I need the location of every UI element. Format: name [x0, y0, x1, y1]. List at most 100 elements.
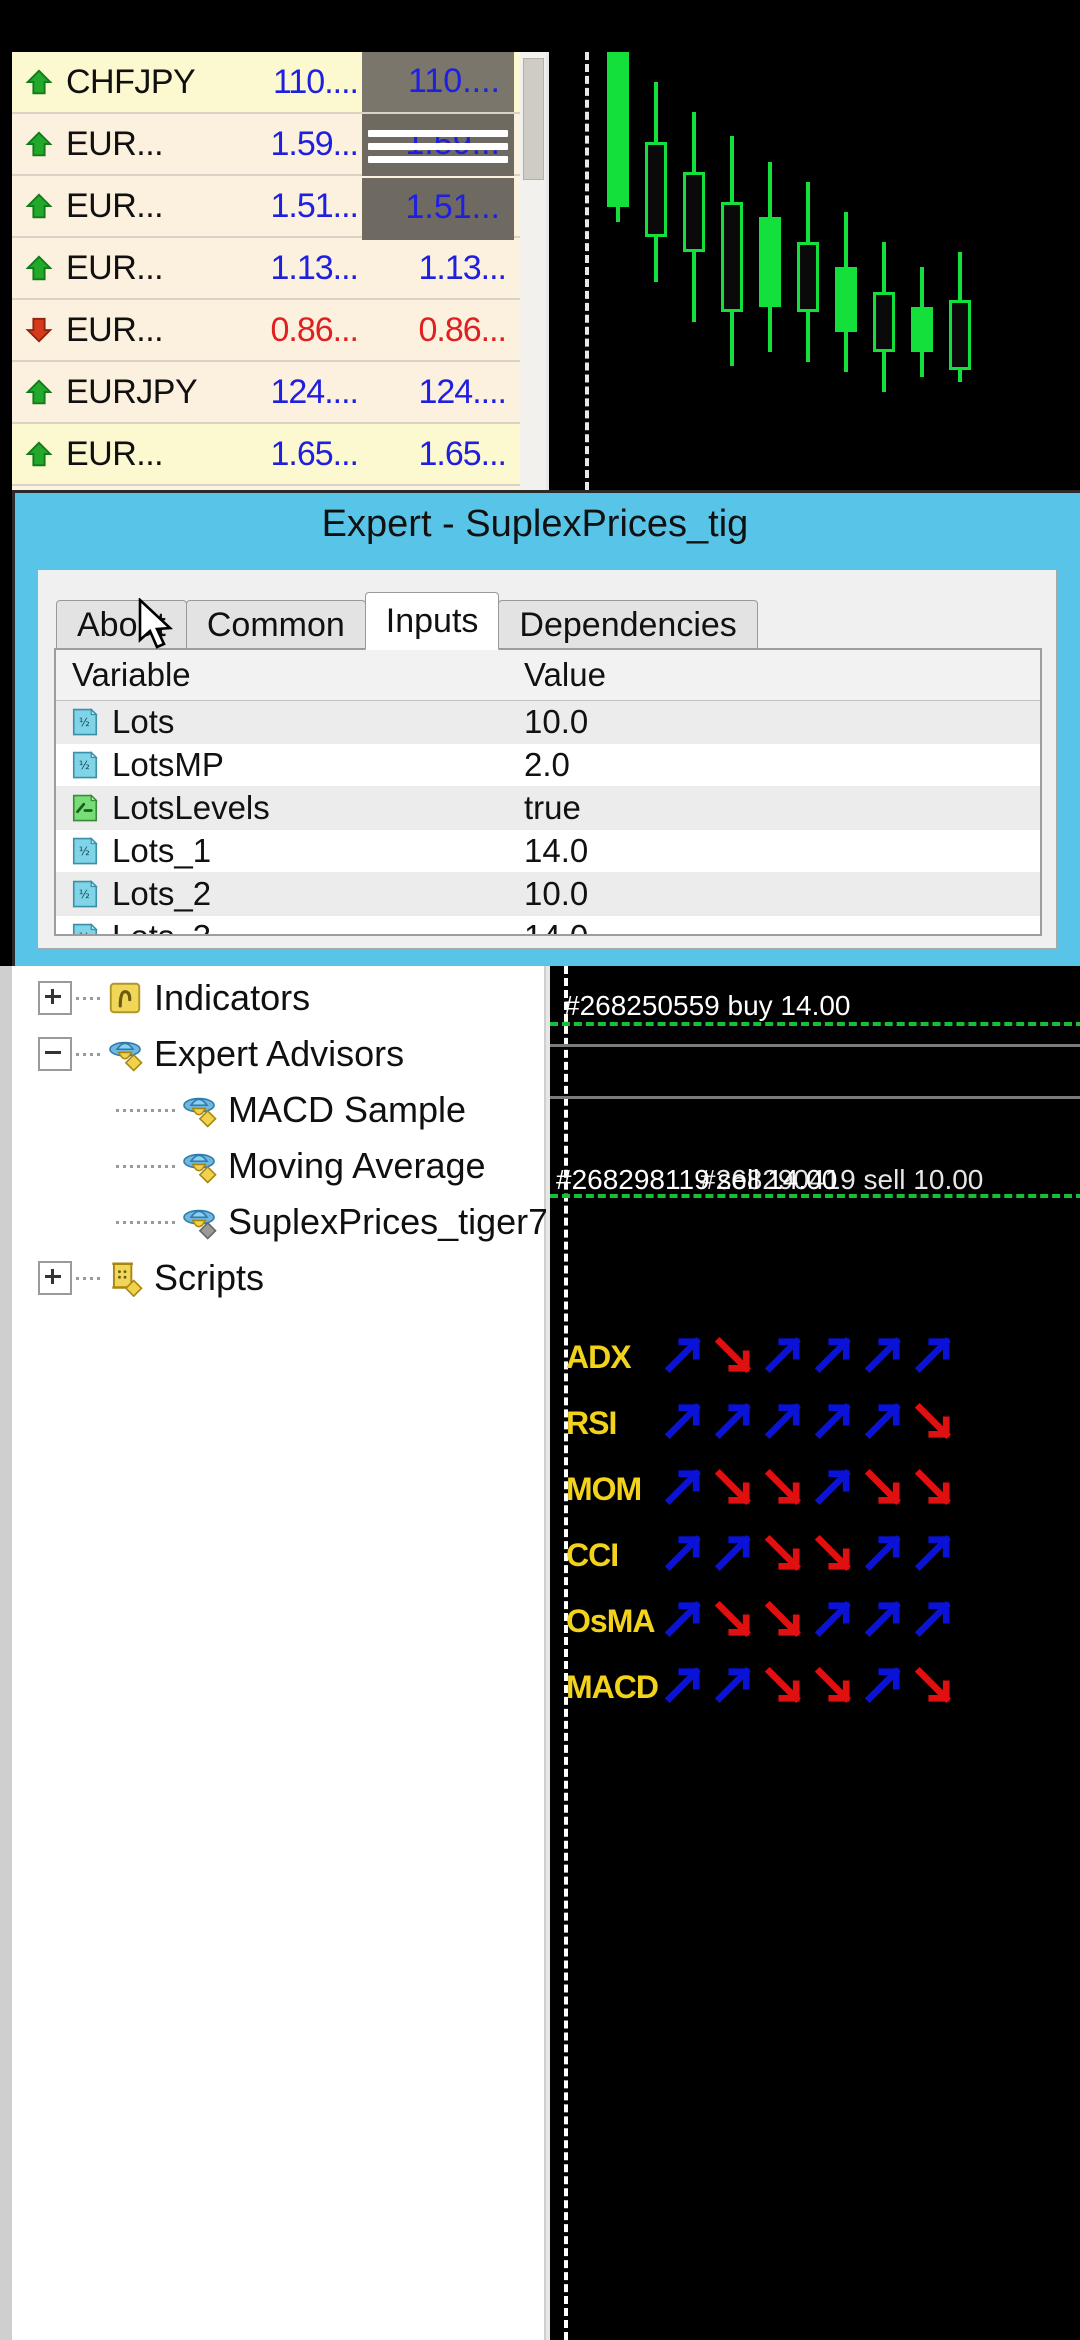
inputs-grid-row[interactable]: ½ Lots 10.0 [56, 701, 1040, 744]
tree-connector [116, 1221, 176, 1224]
blue-up-arrow-icon [912, 1533, 962, 1578]
indicator-row-macd: MACD [566, 1664, 962, 1710]
ask-cell: 1.65... [372, 435, 520, 474]
fraction-variable-icon: ½ [70, 707, 100, 737]
blue-up-arrow-icon [862, 1665, 912, 1710]
navigator-left-edge [0, 966, 12, 2340]
market-watch-row[interactable]: EURJPY124....124.... [12, 362, 520, 424]
bid-cell: 1.59... [224, 125, 372, 164]
svg-text:½: ½ [79, 716, 90, 729]
navigator-item-scripts[interactable]: Scripts [12, 1250, 544, 1306]
mouse-pointer-icon [138, 598, 178, 654]
green-up-arrow-icon [24, 439, 54, 469]
variable-name: Lots_2 [112, 875, 211, 913]
indicator-row-osma: OsMA [566, 1598, 962, 1644]
tab-inputs[interactable]: Inputs [365, 592, 500, 650]
blue-up-arrow-icon [862, 1401, 912, 1446]
red-down-arrow-icon [862, 1467, 912, 1512]
symbol-label: EUR... [66, 311, 163, 350]
inputs-grid-row[interactable]: ½Lots_314.0 [56, 916, 1040, 936]
inputs-grid-header: Variable Value [56, 650, 1040, 701]
navigator-item-expert-advisors[interactable]: Expert Advisors [12, 1026, 544, 1082]
candlestick [721, 52, 743, 490]
green-up-arrow-icon [24, 377, 54, 407]
green-up-arrow-icon [24, 191, 54, 221]
dialog-body: AboutCommonInputsDependencies Variable V… [37, 569, 1057, 949]
red-down-arrow-icon [812, 1665, 862, 1710]
navigator-panel[interactable]: Indicators Expert Advisors MACD Sample Movi… [12, 966, 546, 2340]
tab-dependencies[interactable]: Dependencies [498, 600, 757, 650]
dialog-title: Expert - SuplexPrices_tig [15, 503, 1055, 546]
chart-with-trades[interactable]: #268250559 buy 14.00 #268298119 sell 14.… [546, 966, 1080, 2340]
tree-toggle-plus-icon[interactable] [38, 1261, 72, 1295]
navigator-item-label: MACD Sample [228, 1089, 466, 1131]
fraction-variable-icon: ½ [70, 836, 100, 866]
variable-value: 10.0 [508, 703, 1040, 741]
variable-value: 2.0 [508, 746, 1040, 784]
bid-cell: 124.... [224, 373, 372, 412]
symbol-cell: EUR... [12, 435, 224, 474]
market-watch-row[interactable]: EUR...1.13...1.13... [12, 238, 520, 300]
chart-separator-1 [550, 1044, 1080, 1047]
indicator-arrows [662, 1335, 962, 1380]
tree-toggle-plus-icon[interactable] [38, 981, 72, 1015]
left-black-edge [0, 52, 12, 490]
candlestick [835, 52, 857, 490]
variable-name: Lots [112, 703, 174, 741]
indicator-icon [106, 979, 144, 1017]
navigator-item-moving-average[interactable]: Moving Average [12, 1138, 544, 1194]
tree-toggle-minus-icon[interactable] [38, 1037, 72, 1071]
ask-cell: 0.86... [372, 311, 520, 350]
indicator-arrows [662, 1467, 962, 1512]
svg-text:½: ½ [79, 759, 90, 772]
trade-line-buy [550, 1022, 1080, 1026]
inputs-grid-row[interactable]: ½Lots_210.0 [56, 873, 1040, 916]
blue-up-arrow-icon [812, 1335, 862, 1380]
inputs-grid-row[interactable]: ½Lots_114.0 [56, 830, 1040, 873]
variable-value: 10.0 [508, 875, 1040, 913]
red-down-arrow-icon [24, 315, 54, 345]
navigator-item-suplexprices-tiger777[interactable]: SuplexPrices_tiger777 [12, 1194, 544, 1250]
selected-cell-value-1: 110.... [408, 62, 500, 101]
navigator-item-label: Expert Advisors [154, 1033, 404, 1075]
selected-cell-row1[interactable]: 110.... [362, 52, 514, 112]
indicator-label: CCI [566, 1537, 662, 1574]
variable-cell: ½Lots_2 [56, 875, 508, 913]
navigator-item-label: SuplexPrices_tiger777 [228, 1201, 588, 1243]
tab-common[interactable]: Common [186, 600, 366, 650]
variable-cell: ½Lots_1 [56, 832, 508, 870]
market-watch-row[interactable]: EUR...0.86...0.86... [12, 300, 520, 362]
selected-cell-row3[interactable]: 1.51... [362, 178, 514, 240]
candlestick [759, 52, 781, 490]
market-watch-row[interactable]: EUR...1.65...1.65... [12, 424, 520, 486]
green-up-arrow-icon [24, 129, 54, 159]
market-watch-scrollbar[interactable] [520, 52, 547, 490]
variable-cell: ½LotsMP [56, 746, 508, 784]
scrollbar-thumb[interactable] [523, 58, 544, 180]
expert-advisor-icon [180, 1091, 218, 1129]
variable-cell: ½Lots_3 [56, 918, 508, 936]
navigator-item-label: Indicators [154, 977, 310, 1019]
symbol-cell: EURJPY [12, 373, 224, 412]
bid-cell: 110.... [224, 63, 372, 102]
blue-up-arrow-icon [662, 1533, 712, 1578]
navigator-item-macd-sample[interactable]: MACD Sample [12, 1082, 544, 1138]
blue-up-arrow-icon [712, 1401, 762, 1446]
chart-candles-top[interactable] [546, 52, 1080, 490]
blue-up-arrow-icon [812, 1599, 862, 1644]
inputs-grid[interactable]: Variable Value ½Lots10.0½LotsMP2.0LotsLe… [54, 648, 1042, 936]
selected-cell-value-3: 1.51... [405, 188, 500, 227]
blue-up-arrow-icon [762, 1401, 812, 1446]
bid-cell: 1.65... [224, 435, 372, 474]
blue-up-arrow-icon [662, 1665, 712, 1710]
navigator-item-indicators[interactable]: Indicators [12, 970, 544, 1026]
chart-separator-2 [550, 1096, 1080, 1099]
bid-cell: 1.51... [224, 187, 372, 226]
blue-up-arrow-icon [812, 1467, 862, 1512]
fraction-variable-icon: ½ [70, 750, 100, 780]
inputs-grid-row[interactable]: ½LotsMP2.0 [56, 744, 1040, 787]
inputs-grid-row[interactable]: LotsLevelstrue [56, 787, 1040, 830]
blue-up-arrow-icon [862, 1533, 912, 1578]
blue-up-arrow-icon [812, 1401, 862, 1446]
expert-properties-dialog[interactable]: Expert - SuplexPrices_tig AboutCommonInp… [12, 490, 1080, 970]
